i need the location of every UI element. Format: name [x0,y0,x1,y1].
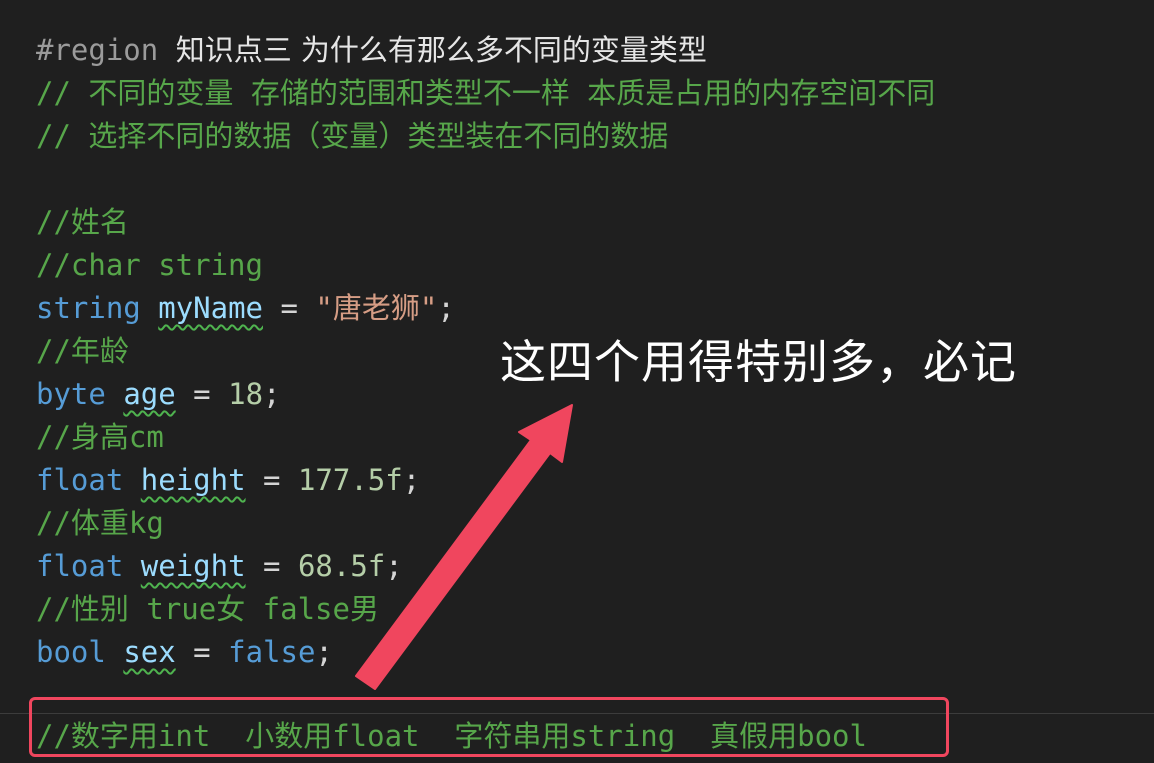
code-line-name: string myName = "唐老狮"; [36,288,455,328]
semicolon: ; [402,463,421,497]
assign-operator: = [280,291,298,325]
comment-line-height: //身高cm [36,420,164,454]
type-keyword: byte [36,377,106,411]
comment-line-age: //年龄 [36,334,129,368]
number-literal: 68.5f [297,549,386,583]
variable-identifier: myName [158,291,263,325]
variable-identifier: height [140,463,246,497]
summary-comment-line: //数字用int 小数用float 字符串用string 真假用bool [36,719,867,753]
variable-identifier: age [123,377,176,411]
comment-line-name: //姓名 [36,205,129,239]
code-line-age: byte age = 18; [36,374,281,414]
comment-line-weight: //体重kg [36,506,164,540]
type-keyword: float [36,463,124,497]
region-title: 知识点三 为什么有那么多不同的变量类型 [175,33,707,67]
semicolon: ; [315,635,333,669]
number-literal: 18 [228,377,264,411]
variable-identifier: sex [123,635,176,669]
comment-line-char-string: //char string [36,248,263,282]
region-keyword: #region [36,33,159,67]
boolean-literal: false [228,635,316,669]
variable-identifier: weight [140,549,246,583]
semicolon: ; [263,377,281,411]
code-line-weight: float weight = 68.5f; [36,546,403,586]
assign-operator: = [263,463,281,497]
assign-operator: = [193,377,211,411]
comment-line-choose: // 选择不同的数据（变量）类型装在不同的数据 [36,119,669,153]
comment-line-sex: //性别 true女 false男 [36,592,379,626]
semicolon: ; [385,549,403,583]
type-keyword: float [36,549,124,583]
type-keyword: bool [36,635,106,669]
code-line-sex: bool sex = false; [36,632,333,672]
code-editor[interactable]: #region 知识点三 为什么有那么多不同的变量类型 // 不同的变量 存储的… [0,0,1154,763]
type-keyword: string [36,291,141,325]
assign-operator: = [263,549,281,583]
string-literal: "唐老狮" [315,291,438,325]
code-line-height: float height = 177.5f; [36,460,420,500]
region-line: #region 知识点三 为什么有那么多不同的变量类型 [36,30,707,70]
number-literal: 177.5f [297,463,403,497]
comment-line-storage: // 不同的变量 存储的范围和类型不一样 本质是占用的内存空间不同 [36,76,936,110]
assign-operator: = [193,635,211,669]
annotation-text: 这四个用得特别多，必记 [500,335,1017,389]
semicolon: ; [437,291,455,325]
